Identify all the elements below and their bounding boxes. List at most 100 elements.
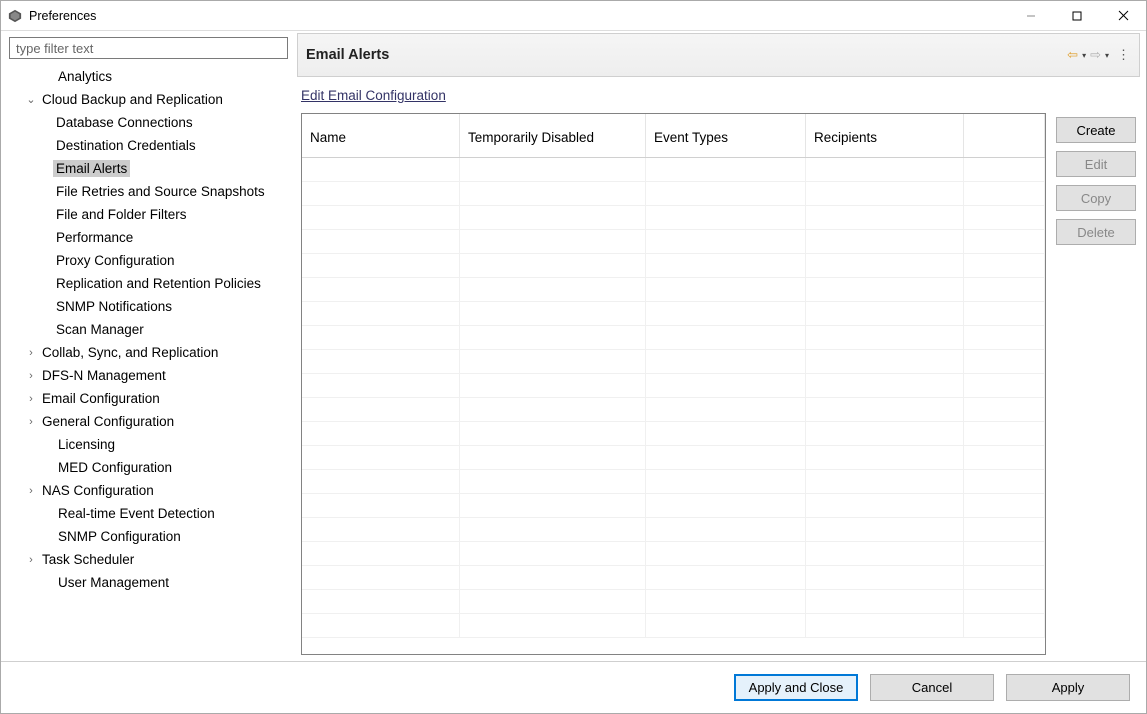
tree-item[interactable]: ›MED Configuration [9,456,288,479]
col-name[interactable]: Name [302,114,460,157]
email-alerts-table[interactable]: Name Temporarily Disabled Event Types Re… [301,113,1046,655]
tree-item-label: File Retries and Source Snapshots [53,183,268,200]
table-row[interactable] [302,230,1045,254]
tree-item[interactable]: ›Collab, Sync, and Replication [9,341,288,364]
tree-item[interactable]: ›User Management [9,571,288,594]
table-row[interactable] [302,518,1045,542]
table-cell [806,422,964,445]
tree-item[interactable]: ›Email Configuration [9,387,288,410]
create-button[interactable]: Create [1056,117,1136,143]
tree-item[interactable]: ›Performance [9,226,288,249]
tree-item[interactable]: ›DFS-N Management [9,364,288,387]
chevron-right-icon[interactable]: › [23,370,39,382]
window-title: Preferences [29,9,96,23]
forward-dropdown-icon[interactable]: ▾ [1104,51,1110,60]
chevron-right-icon[interactable]: › [23,347,39,359]
table-row[interactable] [302,542,1045,566]
table-cell [806,518,964,541]
tree-item[interactable]: ›Replication and Retention Policies [9,272,288,295]
table-cell [806,374,964,397]
table-cell [964,158,1045,181]
table-cell [806,614,964,637]
tree-item[interactable]: ›Analytics [9,65,288,88]
col-event-types[interactable]: Event Types [646,114,806,157]
back-arrow-icon[interactable]: ⇦ [1066,47,1079,63]
cancel-button[interactable]: Cancel [870,674,994,701]
view-menu-icon[interactable]: ⋮ [1116,47,1131,63]
tree-item[interactable]: ›SNMP Notifications [9,295,288,318]
table-row[interactable] [302,614,1045,638]
tree-item[interactable]: ›SNMP Configuration [9,525,288,548]
table-cell [646,158,806,181]
tree-item[interactable]: ›File and Folder Filters [9,203,288,226]
tree-item-label: Performance [53,229,136,246]
tree-item[interactable]: ›File Retries and Source Snapshots [9,180,288,203]
table-cell [806,542,964,565]
apply-and-close-button[interactable]: Apply and Close [734,674,858,701]
delete-button[interactable]: Delete [1056,219,1136,245]
dialog-footer: Apply and Close Cancel Apply [1,661,1146,713]
edit-button[interactable]: Edit [1056,151,1136,177]
col-temporarily-disabled[interactable]: Temporarily Disabled [460,114,646,157]
table-cell [302,422,460,445]
table-row[interactable] [302,374,1045,398]
tree-item-label: Analytics [55,68,115,85]
table-row[interactable] [302,422,1045,446]
chevron-down-icon[interactable]: ⌄ [23,93,39,106]
table-cell [302,494,460,517]
minimize-button[interactable] [1008,1,1054,30]
table-row[interactable] [302,206,1045,230]
table-row[interactable] [302,494,1045,518]
back-dropdown-icon[interactable]: ▾ [1081,51,1087,60]
table-cell [302,566,460,589]
chevron-right-icon[interactable]: › [23,485,39,497]
tree-item[interactable]: ›General Configuration [9,410,288,433]
table-cell [302,590,460,613]
maximize-button[interactable] [1054,1,1100,30]
chevron-right-icon[interactable]: › [23,554,39,566]
table-cell [646,542,806,565]
table-cell [646,398,806,421]
tree-item[interactable]: ›Proxy Configuration [9,249,288,272]
tree-item[interactable]: ›Email Alerts [9,157,288,180]
apply-button[interactable]: Apply [1006,674,1130,701]
table-cell [646,326,806,349]
tree-item[interactable]: ›Database Connections [9,111,288,134]
tree-item[interactable]: ›Real-time Event Detection [9,502,288,525]
filter-input[interactable] [9,37,288,59]
table-cell [460,230,646,253]
table-row[interactable] [302,158,1045,182]
table-cell [302,398,460,421]
col-recipients[interactable]: Recipients [806,114,964,157]
table-row[interactable] [302,398,1045,422]
table-row[interactable] [302,566,1045,590]
table-row[interactable] [302,182,1045,206]
edit-config-row: Edit Email Configuration [297,77,1140,113]
table-row[interactable] [302,254,1045,278]
chevron-right-icon[interactable]: › [23,416,39,428]
close-button[interactable] [1100,1,1146,30]
table-cell [806,590,964,613]
tree-item-label: Proxy Configuration [53,252,178,269]
tree-item[interactable]: ⌄Cloud Backup and Replication [9,88,288,111]
tree-item[interactable]: ›Task Scheduler [9,548,288,571]
chevron-right-icon[interactable]: › [23,393,39,405]
table-row[interactable] [302,278,1045,302]
tree-item-label: Email Configuration [39,390,163,407]
tree-item[interactable]: ›Licensing [9,433,288,456]
tree-item[interactable]: ›Scan Manager [9,318,288,341]
table-row[interactable] [302,470,1045,494]
table-row[interactable] [302,350,1045,374]
table-cell [806,254,964,277]
copy-button[interactable]: Copy [1056,185,1136,211]
table-cell [302,542,460,565]
table-row[interactable] [302,446,1045,470]
forward-arrow-icon[interactable]: ⇨ [1089,47,1102,63]
tree-item[interactable]: ›Destination Credentials [9,134,288,157]
edit-email-config-link[interactable]: Edit Email Configuration [301,88,446,103]
table-row[interactable] [302,302,1045,326]
table-row[interactable] [302,326,1045,350]
table-cell [460,590,646,613]
table-row[interactable] [302,590,1045,614]
tree-item[interactable]: ›NAS Configuration [9,479,288,502]
